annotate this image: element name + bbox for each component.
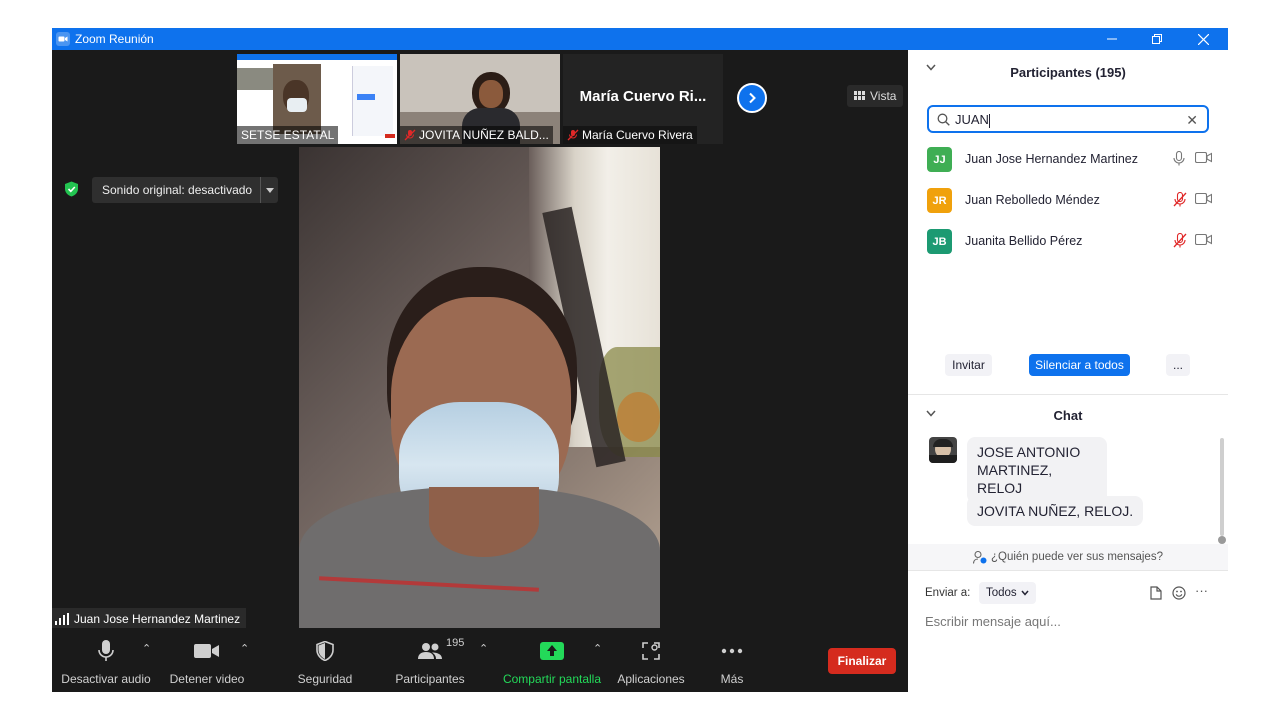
participant-row[interactable]: JB Juanita Bellido Pérez <box>908 221 1228 261</box>
chat-more-button[interactable]: ··· <box>1195 583 1208 598</box>
thumbnail-jovita-nunez[interactable]: JOVITA NUÑEZ BALD... <box>400 54 560 144</box>
microphone-icon <box>98 640 114 661</box>
shield-icon <box>316 641 334 661</box>
video-options-caret[interactable]: ⌃ <box>240 642 249 655</box>
video-camera-icon[interactable] <box>1195 234 1212 245</box>
avatar: JR <box>927 188 952 213</box>
chat-title: Chat <box>1053 407 1083 423</box>
muted-mic-icon[interactable] <box>1173 233 1187 248</box>
participants-button[interactable]: 195 Participantes <box>388 628 472 692</box>
send-to-dropdown[interactable]: Todos <box>979 582 1036 604</box>
clear-search-icon[interactable]: ✕ <box>1186 112 1198 129</box>
chevron-down-icon <box>1021 590 1029 596</box>
thumbnail-label: SETSE ESTATAL <box>237 126 339 144</box>
mute-audio-button[interactable]: Desactivar audio <box>60 628 152 692</box>
side-panel: Participantes (195) JUAN ✕ JJ Juan Jose … <box>908 50 1228 692</box>
participant-search-input[interactable]: JUAN ✕ <box>927 105 1209 133</box>
mute-all-button[interactable]: Silenciar a todos <box>1029 354 1130 376</box>
original-sound-toggle[interactable]: Sonido original: desactivado <box>92 177 279 203</box>
minimize-button[interactable] <box>1089 28 1135 50</box>
encryption-shield-icon[interactable] <box>64 181 79 197</box>
thumbnail-setse-estatal[interactable]: SETSE ESTATAL <box>237 54 397 144</box>
video-area: SETSE ESTATAL JOVITA NUÑEZ BALD... María… <box>52 50 908 692</box>
active-speaker-video <box>299 147 660 628</box>
microphone-icon[interactable] <box>1173 151 1185 166</box>
thumbnail-maria-cuervo[interactable]: María Cuervo Ri... María Cuervo Rivera <box>563 54 723 144</box>
chat-header: Chat <box>908 395 1228 435</box>
close-icon <box>1197 33 1209 45</box>
participants-icon <box>418 643 442 659</box>
participant-name: Juan Jose Hernandez Martinez <box>965 152 1139 166</box>
share-screen-button[interactable]: Compartir pantalla <box>500 628 604 692</box>
audio-options-caret[interactable]: ⌃ <box>142 642 151 655</box>
file-icon[interactable] <box>1150 586 1162 600</box>
end-meeting-button[interactable]: Finalizar <box>828 648 896 674</box>
video-camera-icon[interactable] <box>1195 152 1212 163</box>
avatar: JJ <box>927 147 952 172</box>
participants-more-button[interactable]: ... <box>1166 354 1190 376</box>
muted-mic-icon <box>404 129 416 141</box>
zoom-window: Zoom Reunión SETSE ESTATAL JOVITA NUÑEZ … <box>52 28 1228 692</box>
chat-sender-avatar <box>929 437 957 463</box>
participants-options-caret[interactable]: ⌃ <box>479 642 488 655</box>
restore-button[interactable] <box>1134 28 1180 50</box>
participants-title: Participantes (195) <box>1010 64 1126 80</box>
active-speaker-name: Juan Jose Hernandez Martinez <box>52 608 247 630</box>
chat-scrollbar[interactable] <box>1220 438 1224 536</box>
chat-message: JOSE ANTONIO MARTINEZ, RELOJ <box>967 437 1107 503</box>
emoji-icon[interactable] <box>1172 586 1186 600</box>
participant-name: Juan Rebolledo Méndez <box>965 193 1100 207</box>
stop-video-button[interactable]: Detener video <box>164 628 250 692</box>
meeting-toolbar: Desactivar audio ⌃ Detener video ⌃ Segur… <box>52 628 908 692</box>
participant-row[interactable]: JR Juan Rebolledo Méndez <box>908 180 1228 220</box>
search-icon <box>937 113 950 126</box>
chevron-right-icon <box>749 92 756 104</box>
participants-header: Participantes (195) <box>908 50 1228 94</box>
chevron-down-icon[interactable] <box>926 410 936 417</box>
thumbnail-label: JOVITA NUÑEZ BALD... <box>400 126 553 144</box>
window-title: Zoom Reunión <box>75 32 154 46</box>
thumbnail-label: María Cuervo Rivera <box>563 126 697 144</box>
share-screen-icon <box>540 642 564 660</box>
avatar: JB <box>927 229 952 254</box>
send-to-label: Enviar a: <box>925 587 971 599</box>
search-value: JUAN <box>955 112 989 127</box>
chat-scroll-thumb[interactable] <box>1218 536 1226 544</box>
zoom-app-icon <box>56 32 70 46</box>
muted-mic-icon <box>567 129 579 141</box>
user-info-icon <box>973 550 987 564</box>
next-page-button[interactable] <box>737 83 767 113</box>
chat-message-input[interactable]: Escribir mensaje aquí... <box>925 614 1061 629</box>
share-options-caret[interactable]: ⌃ <box>593 642 602 655</box>
participants-count: 195 <box>446 637 465 649</box>
more-dots-icon <box>721 648 743 654</box>
video-camera-icon[interactable] <box>1195 193 1212 204</box>
divider <box>908 570 1228 571</box>
original-sound-label: Sonido original: desactivado <box>102 183 253 197</box>
who-can-see-link[interactable]: ¿Quién puede ver sus mensajes? <box>908 544 1228 570</box>
view-button[interactable]: Vista <box>847 85 904 107</box>
invite-button[interactable]: Invitar <box>945 354 992 376</box>
caret-down-icon <box>265 187 274 193</box>
restore-icon <box>1152 34 1162 44</box>
muted-mic-icon[interactable] <box>1173 192 1187 207</box>
video-camera-icon <box>194 644 219 658</box>
original-sound-dropdown[interactable] <box>260 177 278 203</box>
title-bar: Zoom Reunión <box>52 28 1228 50</box>
participant-name: Juanita Bellido Pérez <box>965 234 1083 248</box>
chat-message: JOVITA NUÑEZ, RELOJ. <box>967 496 1144 526</box>
minimize-icon <box>1107 38 1117 40</box>
more-button[interactable]: Más <box>707 628 757 692</box>
participant-row[interactable]: JJ Juan Jose Hernandez Martinez <box>908 139 1228 179</box>
close-button[interactable] <box>1180 28 1226 50</box>
signal-strength-icon <box>55 613 69 625</box>
participant-display-name: María Cuervo Ri... <box>579 88 707 105</box>
chevron-down-icon[interactable] <box>926 64 936 71</box>
grid-view-icon <box>854 91 865 100</box>
apps-icon <box>642 642 660 660</box>
apps-button[interactable]: Aplicaciones <box>613 628 689 692</box>
security-button[interactable]: Seguridad <box>288 628 362 692</box>
